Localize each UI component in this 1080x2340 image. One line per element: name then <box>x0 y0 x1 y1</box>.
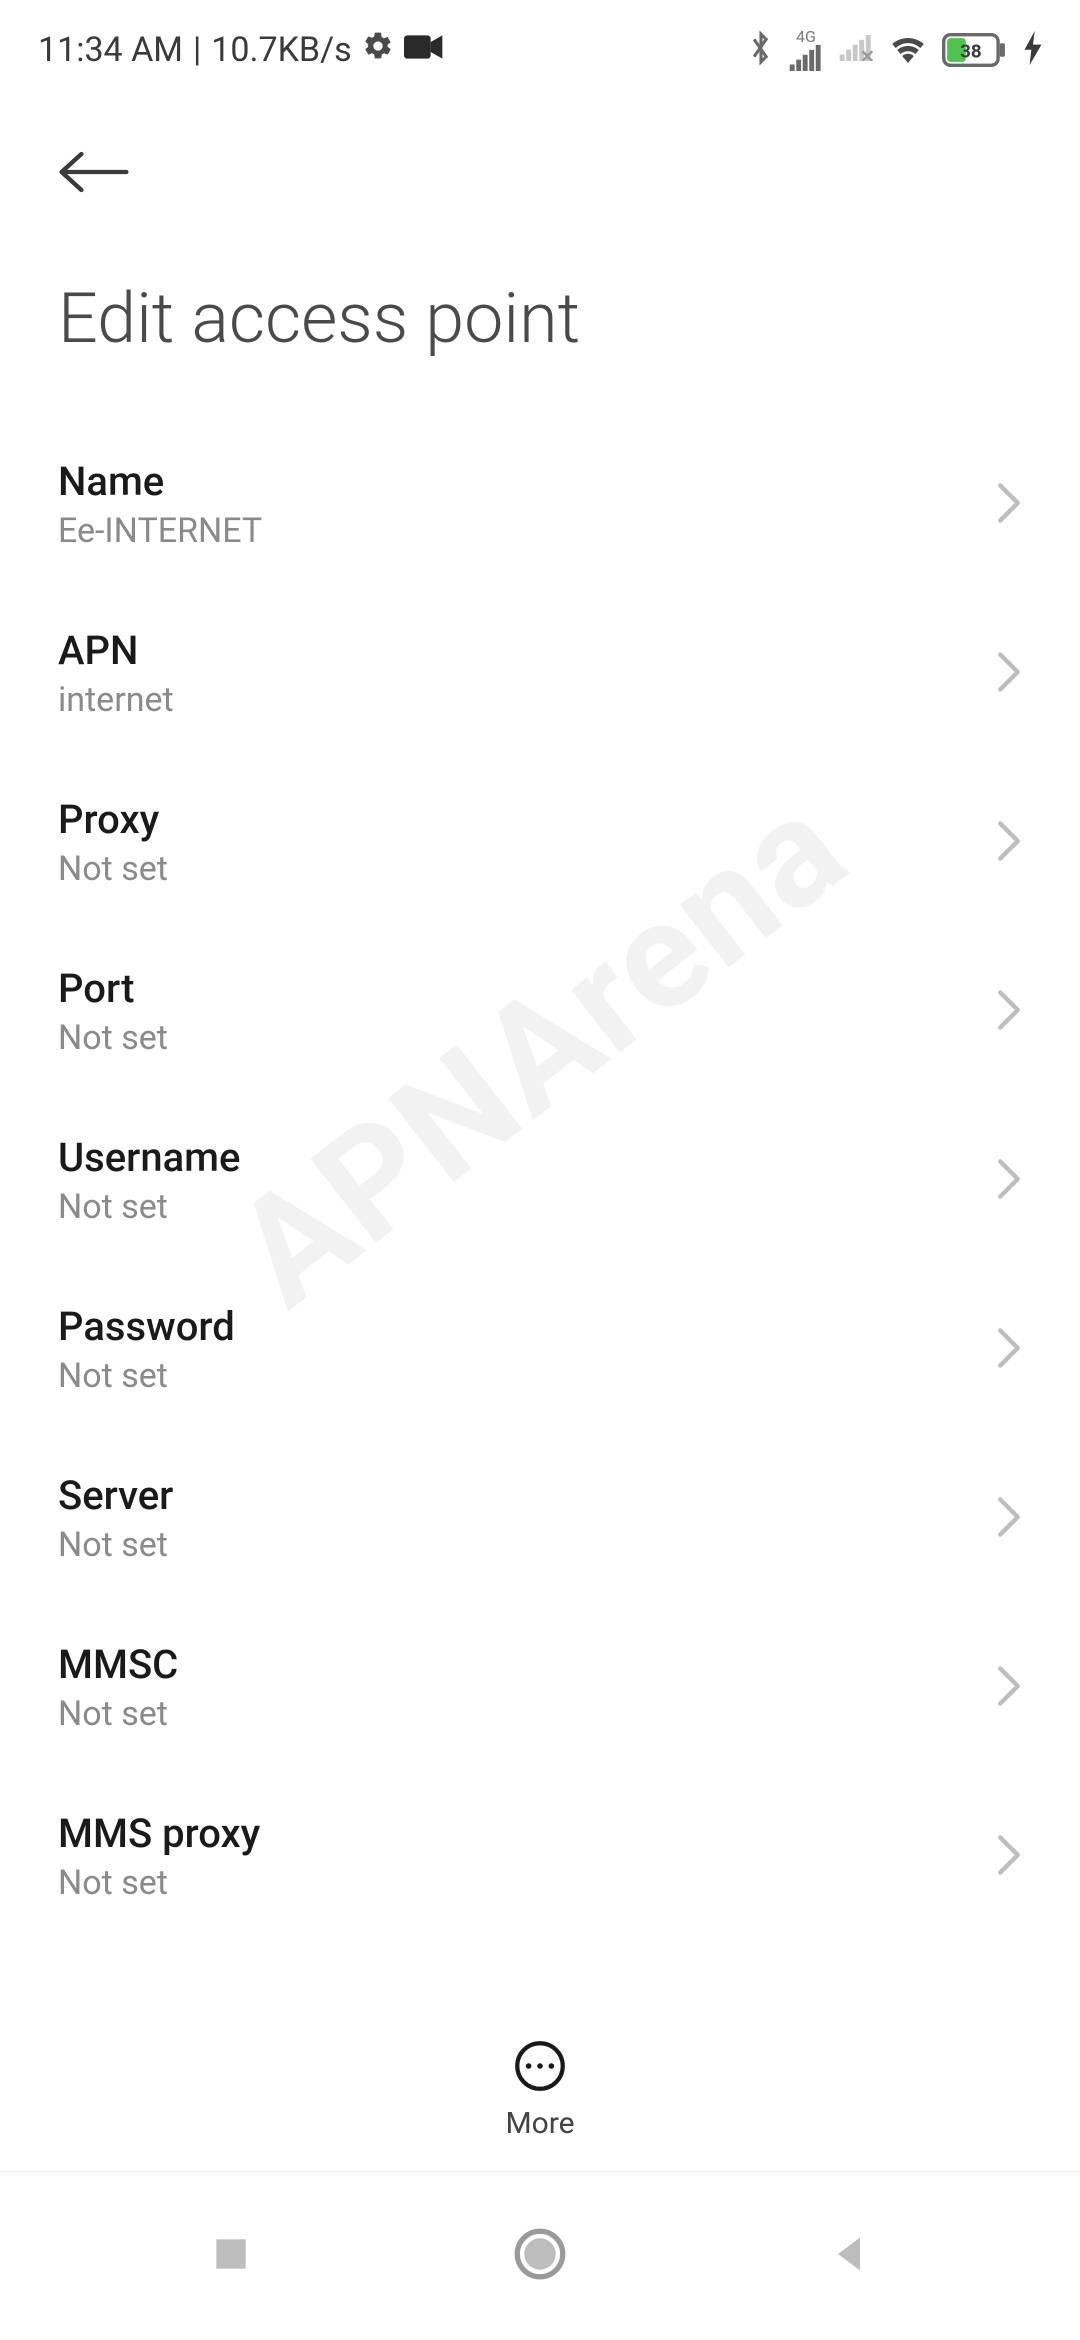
row-value: internet <box>58 680 174 720</box>
row-label: Password <box>58 1303 235 1350</box>
row-label: Proxy <box>58 796 168 843</box>
row-label: Server <box>58 1472 173 1519</box>
row-proxy[interactable]: Proxy Not set <box>0 758 1080 927</box>
wifi-icon <box>888 32 928 68</box>
bluetooth-icon <box>748 29 774 71</box>
status-net-speed: 10.7KB/s <box>211 30 351 70</box>
gear-icon <box>362 30 394 71</box>
video-camera-icon <box>404 30 444 70</box>
nav-recent-button[interactable] <box>209 2232 253 2280</box>
row-username[interactable]: Username Not set <box>0 1096 1080 1265</box>
row-value: Not set <box>58 1525 173 1565</box>
row-value: Not set <box>58 1694 178 1734</box>
row-value: Ee-INTERNET <box>58 511 262 551</box>
status-bar: 11:34 AM | 10.7KB/s 4G <box>0 0 1080 90</box>
navigation-bar <box>0 2172 1080 2340</box>
row-mms-proxy[interactable]: MMS proxy Not set <box>0 1772 1080 1941</box>
chevron-right-icon <box>996 482 1022 528</box>
chevron-right-icon <box>996 1158 1022 1204</box>
row-server[interactable]: Server Not set <box>0 1434 1080 1603</box>
nav-back-button[interactable] <box>827 2232 871 2280</box>
chevron-right-icon <box>996 989 1022 1035</box>
row-label: Username <box>58 1134 240 1181</box>
settings-list: Name Ee-INTERNET APN internet Proxy Not … <box>0 420 1080 1941</box>
status-right: 4G 38 <box>748 29 1042 71</box>
row-name[interactable]: Name Ee-INTERNET <box>0 420 1080 589</box>
row-value: Not set <box>58 1018 168 1058</box>
battery-icon: 38 <box>942 33 1010 67</box>
row-port[interactable]: Port Not set <box>0 927 1080 1096</box>
back-button[interactable] <box>58 140 130 208</box>
row-label: Port <box>58 965 168 1012</box>
status-separator: | <box>193 30 201 70</box>
chevron-right-icon <box>996 1665 1022 1711</box>
row-label: Name <box>58 458 262 505</box>
status-time: 11:34 AM <box>38 30 183 70</box>
chevron-right-icon <box>996 820 1022 866</box>
row-value: Not set <box>58 1863 260 1903</box>
row-password[interactable]: Password Not set <box>0 1265 1080 1434</box>
chevron-right-icon <box>996 1834 1022 1880</box>
more-button[interactable]: More <box>0 2018 1080 2172</box>
nav-home-button[interactable] <box>512 2226 568 2286</box>
signal-4g-icon: 4G <box>788 29 824 71</box>
row-mmsc[interactable]: MMSC Not set <box>0 1603 1080 1772</box>
row-apn[interactable]: APN internet <box>0 589 1080 758</box>
charging-icon <box>1024 31 1042 69</box>
page-title: Edit access point <box>0 218 1080 420</box>
more-label: More <box>505 2106 574 2141</box>
header <box>0 90 1080 218</box>
chevron-right-icon <box>996 651 1022 697</box>
more-icon <box>512 2038 568 2098</box>
row-label: APN <box>58 627 174 674</box>
row-value: Not set <box>58 1356 235 1396</box>
status-left: 11:34 AM | 10.7KB/s <box>38 30 444 71</box>
row-label: MMS proxy <box>58 1810 260 1857</box>
row-value: Not set <box>58 849 168 889</box>
svg-text:38: 38 <box>960 41 981 63</box>
row-value: Not set <box>58 1187 240 1227</box>
row-label: MMSC <box>58 1641 178 1688</box>
signal-sim2-icon <box>838 35 874 65</box>
chevron-right-icon <box>996 1327 1022 1373</box>
chevron-right-icon <box>996 1496 1022 1542</box>
